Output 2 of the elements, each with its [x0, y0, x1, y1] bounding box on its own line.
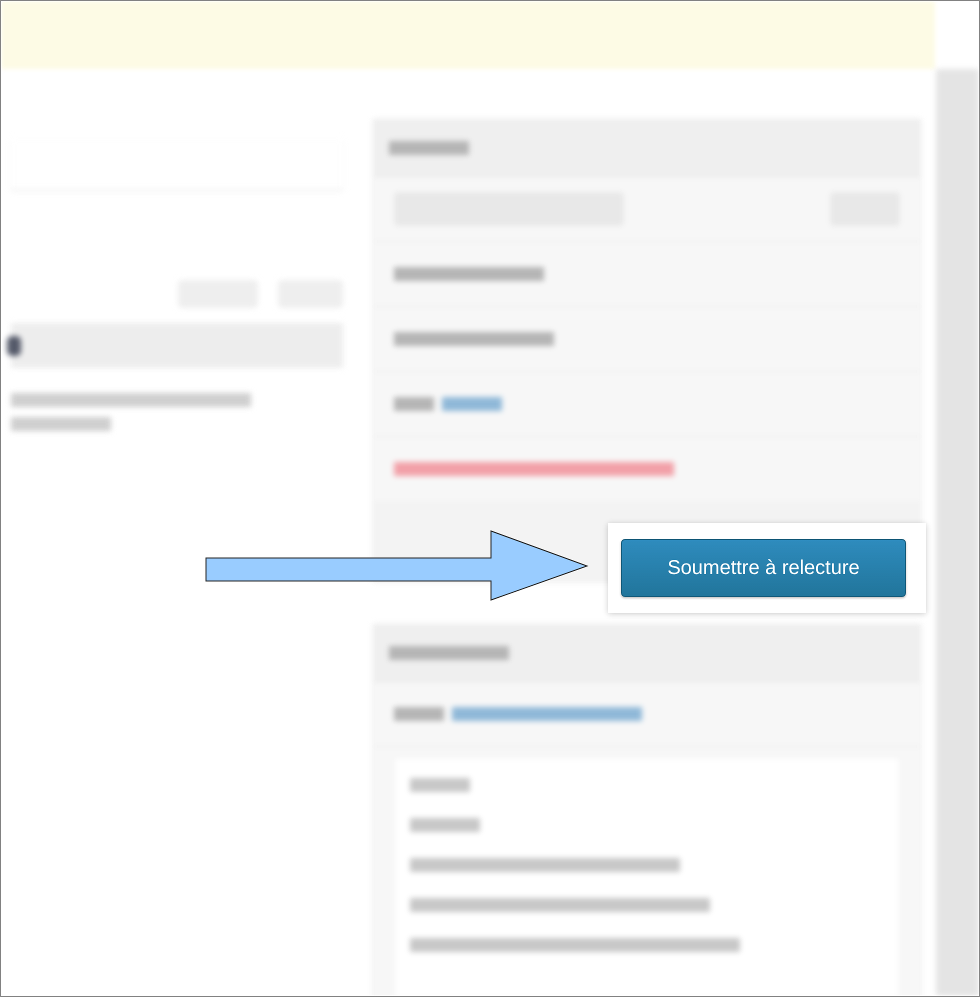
submit-for-review-button[interactable]: Soumettre à relecture — [621, 539, 906, 597]
pointer-arrow-icon — [206, 530, 588, 601]
